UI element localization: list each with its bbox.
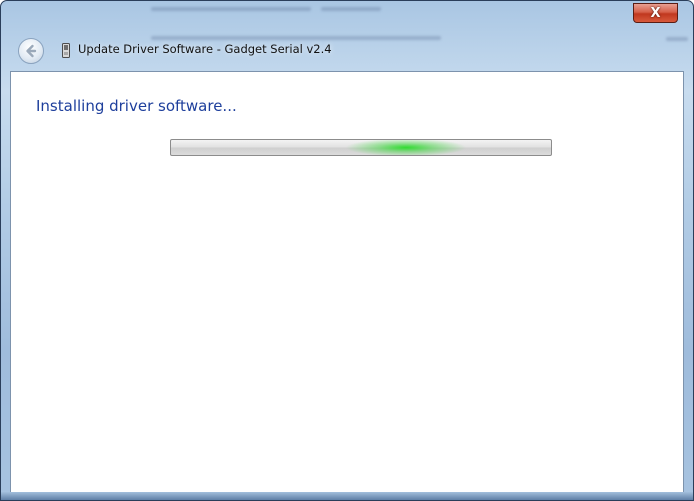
back-arrow-icon[interactable] <box>23 43 39 59</box>
close-icon[interactable]: X <box>650 6 660 21</box>
title-bar: X Update Driver Software - Gadget Serial… <box>1 1 693 79</box>
close-button[interactable]: X <box>633 3 678 23</box>
usb-device-icon <box>62 43 70 58</box>
back-button[interactable] <box>18 38 44 64</box>
content-panel: Installing driver software... <box>10 71 684 494</box>
page-heading: Installing driver software... <box>36 97 237 115</box>
progress-indicator <box>346 140 466 155</box>
progress-bar <box>170 139 552 156</box>
dialog-window: X Update Driver Software - Gadget Serial… <box>0 0 694 501</box>
window-title: Update Driver Software - Gadget Serial v… <box>78 42 332 56</box>
window-bottom-border <box>1 492 693 500</box>
